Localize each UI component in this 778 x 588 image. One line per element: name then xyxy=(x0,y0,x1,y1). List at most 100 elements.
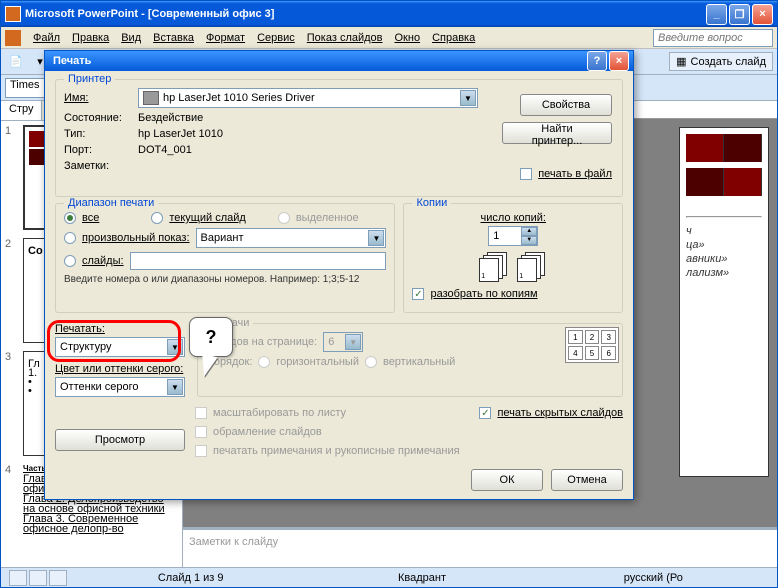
per-page-select: 6▼ xyxy=(323,332,363,352)
collate-preview: 321 321 xyxy=(412,252,614,282)
callout-bubble: ? xyxy=(189,317,233,357)
menu-file[interactable]: Файл xyxy=(27,30,66,46)
scale-to-fit-label: масштабировать по листу xyxy=(213,407,346,419)
printer-type-value: hp LaserJet 1010 xyxy=(138,128,223,140)
print-hidden-label[interactable]: печать скрытых слайдов xyxy=(497,407,623,419)
printer-name-value: hp LaserJet 1010 Series Driver xyxy=(163,92,315,104)
printer-port-value: DOT4_001 xyxy=(138,144,192,156)
dialog-help-button[interactable]: ? xyxy=(587,51,607,71)
order-vertical-label: вертикальный xyxy=(383,356,455,368)
collate-checkbox[interactable] xyxy=(412,288,424,300)
print-to-file-label[interactable]: печать в файл xyxy=(538,168,612,180)
copies-group: Копии число копий: 1 ▲▼ 321 321 разобрат… xyxy=(403,203,623,313)
frame-slides-label: обрамление слайдов xyxy=(213,426,322,438)
help-search-input[interactable] xyxy=(653,29,773,47)
printer-icon xyxy=(143,91,159,105)
range-legend: Диапазон печати xyxy=(64,197,158,209)
copies-legend: Копии xyxy=(412,197,451,209)
print-what-section: Печатать: Структуру ▼ Цвет или оттенки с… xyxy=(55,323,185,403)
outline-tab-structure[interactable]: Стру xyxy=(1,101,42,120)
range-custom-label[interactable]: произвольный показ: xyxy=(82,232,190,244)
notes-pane[interactable]: Заметки к слайду xyxy=(183,527,777,567)
create-slide-label: Создать слайд xyxy=(691,56,766,68)
custom-show-select[interactable]: Вариант▼ xyxy=(196,228,387,248)
range-current-radio[interactable] xyxy=(151,212,163,224)
callout-annotation: ? xyxy=(189,317,233,357)
print-dialog: Печать ? × Принтер Имя: hp LaserJet 1010… xyxy=(44,50,634,500)
menu-service[interactable]: Сервис xyxy=(251,30,301,46)
minimize-button[interactable]: _ xyxy=(706,4,727,25)
close-button[interactable]: × xyxy=(752,4,773,25)
print-what-label: Печатать: xyxy=(55,323,185,335)
frame-slides-checkbox xyxy=(195,426,207,438)
order-horizontal-label: горизонтальный xyxy=(276,356,359,368)
color-mode-label: Цвет или оттенки серого: xyxy=(55,363,185,375)
ok-button[interactable]: ОК xyxy=(471,469,543,491)
copies-count-value: 1 xyxy=(489,230,521,242)
titlebar: Microsoft PowerPoint - [Современный офис… xyxy=(1,1,777,27)
menu-view[interactable]: Вид xyxy=(115,30,147,46)
chevron-down-icon: ▼ xyxy=(167,379,183,395)
print-hidden-checkbox[interactable] xyxy=(479,407,491,419)
printer-type-label: Тип: xyxy=(64,128,132,140)
menu-window[interactable]: Окно xyxy=(389,30,427,46)
spin-up-icon[interactable]: ▲ xyxy=(521,227,537,236)
printer-properties-button[interactable]: Свойства xyxy=(520,94,612,116)
range-all-label[interactable]: все xyxy=(82,212,99,224)
status-language: русский (Ро xyxy=(538,572,769,584)
color-mode-select[interactable]: Оттенки серого ▼ xyxy=(55,377,185,397)
range-selection-radio xyxy=(278,212,290,224)
statusbar: Слайд 1 из 9 Квадрант русский (Ро xyxy=(1,567,777,587)
dialog-titlebar: Печать ? × xyxy=(45,51,633,71)
slide-canvas[interactable]: ч ца» авники» лализм» xyxy=(679,127,769,477)
handout-layout-preview: 123456 xyxy=(565,327,619,363)
range-slides-radio[interactable] xyxy=(64,255,76,267)
range-hint: Введите номера о или диапазоны номеров. … xyxy=(64,274,386,285)
cancel-button[interactable]: Отмена xyxy=(551,469,623,491)
menu-help[interactable]: Справка xyxy=(426,30,481,46)
view-sorter-icon[interactable] xyxy=(29,570,47,586)
printer-port-label: Порт: xyxy=(64,144,132,156)
maximize-button[interactable]: ❐ xyxy=(729,4,750,25)
find-printer-button[interactable]: Найти принтер... xyxy=(502,122,612,144)
menu-slideshow[interactable]: Показ слайдов xyxy=(301,30,389,46)
print-comments-label: печатать примечания и рукописные примеча… xyxy=(213,445,460,457)
order-horizontal-radio xyxy=(258,356,270,368)
printer-state-value: Бездействие xyxy=(138,112,203,124)
range-current-label[interactable]: текущий слайд xyxy=(169,212,245,224)
copies-count-spinner[interactable]: 1 ▲▼ xyxy=(488,226,538,246)
print-comments-checkbox xyxy=(195,445,207,457)
dialog-close-button[interactable]: × xyxy=(609,51,629,71)
printer-legend: Принтер xyxy=(64,73,115,85)
range-slides-label[interactable]: слайды: xyxy=(82,255,124,267)
printer-name-select[interactable]: hp LaserJet 1010 Series Driver ▼ xyxy=(138,88,478,108)
menu-edit[interactable]: Правка xyxy=(66,30,115,46)
status-layout-name: Квадрант xyxy=(306,572,537,584)
print-to-file-checkbox[interactable] xyxy=(520,168,532,180)
slides-range-input[interactable] xyxy=(130,252,387,270)
preview-button[interactable]: Просмотр xyxy=(55,429,185,451)
collate-label[interactable]: разобрать по копиям xyxy=(430,288,537,300)
view-slideshow-icon[interactable] xyxy=(49,570,67,586)
print-what-select[interactable]: Структуру ▼ xyxy=(55,337,185,357)
chevron-down-icon: ▼ xyxy=(167,339,183,355)
print-range-group: Диапазон печати все текущий слайд выделе… xyxy=(55,203,395,313)
menubar: Файл Правка Вид Вставка Формат Сервис По… xyxy=(1,27,777,49)
spin-down-icon[interactable]: ▼ xyxy=(521,236,537,245)
doc-icon xyxy=(5,30,21,46)
create-slide-button[interactable]: ▦ Создать слайд xyxy=(669,52,773,71)
view-normal-icon[interactable] xyxy=(9,570,27,586)
menu-format[interactable]: Формат xyxy=(200,30,251,46)
menu-insert[interactable]: Вставка xyxy=(147,30,200,46)
window-title: Microsoft PowerPoint - [Современный офис… xyxy=(25,8,706,20)
copies-count-label: число копий: xyxy=(481,212,546,224)
printer-name-label: Имя: xyxy=(64,92,132,104)
color-mode-value: Оттенки серого xyxy=(60,381,138,393)
scale-to-fit-checkbox xyxy=(195,407,207,419)
dialog-title: Печать xyxy=(53,55,585,67)
range-custom-radio[interactable] xyxy=(64,232,76,244)
status-slide-number: Слайд 1 из 9 xyxy=(75,572,306,584)
range-all-radio[interactable] xyxy=(64,212,76,224)
new-doc-icon[interactable]: 📄 xyxy=(5,51,27,73)
handouts-group: Выдачи слайдов на странице: 6▼ Порядок: … xyxy=(197,323,623,397)
